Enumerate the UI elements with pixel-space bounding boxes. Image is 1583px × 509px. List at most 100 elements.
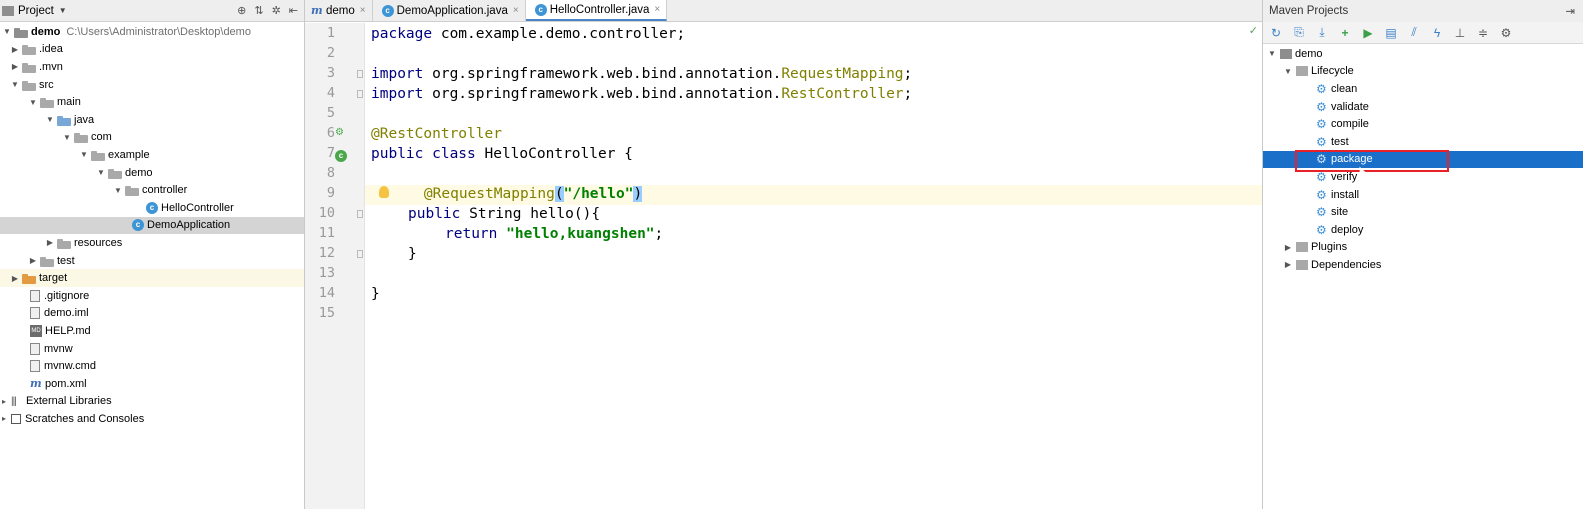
chevron-right-icon[interactable]: ▶ bbox=[1283, 243, 1293, 252]
gear-icon[interactable]: ✲ bbox=[272, 4, 281, 17]
tree-item-src[interactable]: ▼ src bbox=[0, 76, 304, 94]
lightbulb-icon[interactable] bbox=[379, 186, 389, 198]
maven-goal-install[interactable]: ⚙ install bbox=[1263, 186, 1583, 204]
tree-item-label: java bbox=[74, 113, 95, 126]
chevron-down-icon[interactable]: ▼ bbox=[79, 150, 89, 159]
chevron-down-icon[interactable]: ▼ bbox=[59, 6, 67, 15]
spring-bean-class-icon[interactable]: c bbox=[335, 149, 347, 162]
tree-item-main[interactable]: ▼ main bbox=[0, 93, 304, 111]
line-number: 15 bbox=[318, 305, 335, 321]
tree-item-label: .mvn bbox=[39, 60, 63, 73]
tree-item-demo-iml[interactable]: demo.iml bbox=[0, 305, 304, 323]
collapse-all-icon[interactable]: ≑ bbox=[1476, 26, 1490, 40]
close-icon[interactable]: × bbox=[513, 5, 519, 16]
maven-item-lifecycle[interactable]: ▼ Lifecycle bbox=[1263, 63, 1583, 81]
maven-goal-validate[interactable]: ⚙ validate bbox=[1263, 98, 1583, 116]
tree-item-idea[interactable]: ▶ .idea bbox=[0, 41, 304, 59]
maven-goal-clean[interactable]: ⚙ clean bbox=[1263, 80, 1583, 98]
settings-icon[interactable]: ⚙ bbox=[1499, 26, 1513, 40]
chevron-down-icon[interactable]: ▼ bbox=[62, 133, 72, 142]
reimport-icon[interactable]: ↻ bbox=[1269, 26, 1283, 40]
class-reference: RestController bbox=[781, 86, 904, 102]
chevron-right-icon[interactable]: ▶ bbox=[45, 238, 55, 247]
chevron-right-icon[interactable]: ▶ bbox=[10, 274, 20, 283]
tree-item-resources[interactable]: ▶ resources bbox=[0, 234, 304, 252]
tab-demoapplication[interactable]: c DemoApplication.java × bbox=[373, 0, 526, 21]
generate-sources-icon[interactable]: ⎘ bbox=[1292, 25, 1306, 40]
tab-hellocontroller[interactable]: c HelloController.java × bbox=[525, 0, 668, 21]
tree-item-demoapplication[interactable]: c DemoApplication bbox=[0, 216, 304, 235]
tree-item-com[interactable]: ▼ com bbox=[0, 129, 304, 147]
hide-icon[interactable]: ⇤ bbox=[289, 4, 298, 17]
maven-goal-label: validate bbox=[1331, 100, 1369, 113]
maven-goal-compile[interactable]: ⚙ compile bbox=[1263, 115, 1583, 133]
chevron-down-icon[interactable]: ▼ bbox=[96, 168, 106, 177]
fold-marker-icon[interactable] bbox=[357, 70, 363, 78]
tree-item-demo-package[interactable]: ▼ demo bbox=[0, 164, 304, 182]
tree-item-java[interactable]: ▼ java bbox=[0, 111, 304, 129]
fold-marker-icon[interactable] bbox=[357, 250, 363, 258]
tree-item-mvnw[interactable]: mvnw bbox=[0, 340, 304, 358]
close-icon[interactable]: × bbox=[360, 5, 366, 16]
skip-tests-icon[interactable]: ϟ bbox=[1430, 26, 1444, 40]
add-icon[interactable]: + bbox=[1338, 26, 1352, 40]
maven-project-icon bbox=[1280, 48, 1292, 59]
spring-bean-icon[interactable]: ⚙ bbox=[335, 127, 347, 139]
maven-item-plugins[interactable]: ▶ Plugins bbox=[1263, 239, 1583, 257]
dependencies-diagram-icon[interactable]: ⊥ bbox=[1453, 26, 1467, 40]
tree-item-demo-root[interactable]: ▼ demo C:\Users\Administrator\Desktop\de… bbox=[0, 23, 304, 41]
chevron-right-icon[interactable]: ▶ bbox=[10, 45, 20, 54]
chevron-right-icon[interactable]: ▶ bbox=[1283, 260, 1293, 269]
maven-goal-site[interactable]: ⚙ site bbox=[1263, 203, 1583, 221]
project-view-icon bbox=[2, 5, 14, 16]
spring-boot-class-icon: c bbox=[132, 219, 144, 232]
fold-marker-icon[interactable] bbox=[357, 90, 363, 98]
chevron-down-icon[interactable]: ▼ bbox=[10, 80, 20, 89]
chevron-down-icon[interactable]: ▼ bbox=[28, 98, 38, 107]
toggle-offline-icon[interactable]: ⫽ bbox=[1407, 25, 1421, 40]
maven-goal-deploy[interactable]: ⚙ deploy bbox=[1263, 221, 1583, 239]
code-area[interactable]: package com.example.demo.controller; imp… bbox=[365, 23, 1262, 509]
chevron-down-icon[interactable]: ▼ bbox=[113, 186, 123, 195]
chevron-right-icon[interactable]: ▶ bbox=[28, 256, 38, 265]
tree-item-mvn[interactable]: ▶ .mvn bbox=[0, 58, 304, 76]
hide-icon[interactable]: ⇥ bbox=[1565, 4, 1575, 18]
close-icon[interactable]: × bbox=[654, 4, 660, 15]
tree-item-scratches[interactable]: ▸ Scratches and Consoles bbox=[0, 410, 304, 428]
chevron-down-icon[interactable]: ▼ bbox=[45, 115, 55, 124]
tree-item-gitignore[interactable]: .gitignore bbox=[0, 287, 304, 305]
chevron-down-icon[interactable]: ▼ bbox=[1283, 67, 1293, 76]
folder-icon bbox=[22, 80, 36, 91]
string-literal: "hello,kuangshen" bbox=[506, 226, 655, 242]
gear-icon: ⚙ bbox=[1316, 117, 1327, 132]
chevron-right-icon[interactable]: ▸ bbox=[0, 414, 8, 423]
chevron-right-icon[interactable]: ▸ bbox=[0, 397, 8, 406]
tree-item-hellocontroller[interactable]: c HelloController bbox=[0, 199, 304, 217]
tree-item-example[interactable]: ▼ example bbox=[0, 146, 304, 164]
tab-demo[interactable]: m demo × bbox=[305, 0, 373, 21]
maven-item-demo[interactable]: ▼ demo bbox=[1263, 45, 1583, 63]
download-icon[interactable]: ⤓ bbox=[1315, 25, 1329, 40]
tree-item-pom-xml[interactable]: m pom.xml bbox=[0, 375, 304, 393]
tree-item-help-md[interactable]: MD HELP.md bbox=[0, 322, 304, 340]
tree-item-external-libraries[interactable]: ▸ ||| External Libraries bbox=[0, 393, 304, 411]
tree-item-mvnw-cmd[interactable]: mvnw.cmd bbox=[0, 357, 304, 375]
tree-item-test[interactable]: ▶ test bbox=[0, 252, 304, 270]
fold-marker-icon[interactable] bbox=[357, 210, 363, 218]
tree-item-controller[interactable]: ▼ controller bbox=[0, 181, 304, 199]
locate-icon[interactable]: ⊕ bbox=[237, 4, 246, 17]
chevron-down-icon[interactable]: ▼ bbox=[2, 27, 12, 36]
run-configuration-icon[interactable]: ▤ bbox=[1384, 26, 1398, 40]
chevron-down-icon[interactable]: ▼ bbox=[1267, 49, 1277, 58]
chevron-right-icon[interactable]: ▶ bbox=[10, 62, 20, 71]
maven-goal-test[interactable]: ⚙ test bbox=[1263, 133, 1583, 151]
project-panel-title[interactable]: Project bbox=[18, 5, 54, 17]
run-icon[interactable]: ▶ bbox=[1361, 26, 1375, 40]
maven-item-dependencies[interactable]: ▶ Dependencies bbox=[1263, 256, 1583, 274]
line-number-gutter[interactable]: 1 2 3 4 5 6 7 8 9 10 11 12 13 14 15 ⚙ c bbox=[305, 23, 365, 509]
tree-item-target[interactable]: ▶ target bbox=[0, 269, 304, 287]
module-file-icon bbox=[30, 307, 40, 320]
collapse-icon[interactable]: ⇅ bbox=[254, 4, 263, 17]
folder-icon bbox=[22, 44, 36, 56]
folder-icon bbox=[1296, 66, 1308, 77]
